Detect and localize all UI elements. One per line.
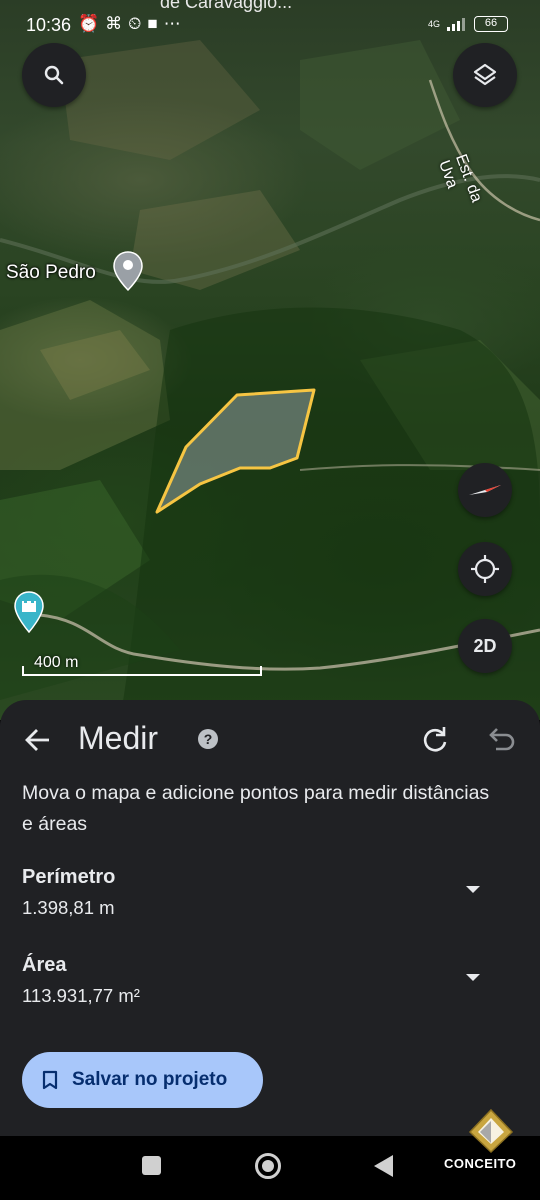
compass-button[interactable]	[458, 463, 512, 517]
battery-icon: 66	[474, 16, 508, 32]
save-button-label: Salvar no projeto	[72, 1069, 228, 1090]
help-icon[interactable]: ?	[198, 729, 218, 749]
instructions-text: Mova o mapa e adicione pontos para medir…	[22, 782, 490, 835]
logo-icon	[468, 1108, 514, 1154]
satellite-terrain	[0, 40, 540, 720]
place-pin-icon[interactable]	[112, 250, 144, 292]
status-time: 10:36	[26, 15, 72, 35]
panel-title: Medir	[78, 720, 159, 756]
map-scale: 400 m	[22, 652, 262, 676]
layers-button[interactable]	[453, 43, 517, 107]
chevron-down-icon[interactable]	[466, 886, 480, 893]
status-bar: de Caravaggio... 10:36 ⏰⌘⏲■⋯ 4G 66	[0, 0, 540, 50]
place-label[interactable]: São Pedro	[6, 262, 96, 284]
2d-label: 2D	[473, 635, 497, 656]
measure-panel: Medir ? Mova o mapa e adicione pontos pa…	[0, 700, 540, 1136]
panel-header: Medir ?	[0, 718, 540, 762]
2d-toggle-button[interactable]: 2D	[458, 619, 512, 673]
perimeter-value: 1.398,81 m	[22, 897, 115, 918]
status-top-text: de Caravaggio...	[160, 0, 293, 12]
my-location-button[interactable]	[458, 542, 512, 596]
back-arrow-icon[interactable]	[22, 724, 54, 756]
compass-icon	[469, 485, 501, 495]
system-back-button[interactable]	[374, 1155, 393, 1177]
chevron-down-icon[interactable]	[466, 974, 480, 981]
search-icon	[44, 65, 64, 85]
perimeter-label: Perímetro	[22, 866, 116, 888]
redo-icon[interactable]	[420, 724, 450, 754]
castle-poi-icon[interactable]	[12, 590, 46, 634]
home-button[interactable]	[255, 1153, 281, 1179]
bookmark-icon	[42, 1070, 58, 1090]
area-row[interactable]: Área 113.931,77 m²	[22, 954, 512, 1014]
layers-icon	[473, 63, 497, 86]
my-location-icon	[471, 555, 499, 583]
area-label: Área	[22, 954, 67, 976]
scale-label: 400 m	[34, 654, 79, 671]
perimeter-row[interactable]: Perímetro 1.398,81 m	[22, 866, 512, 926]
status-notification-icons: ⏰⌘⏲■⋯	[78, 14, 187, 33]
signal-icon	[447, 18, 465, 31]
undo-icon[interactable]	[486, 724, 516, 754]
watermark-text: CONCEITO	[444, 1156, 517, 1171]
network-label: 4G	[427, 18, 440, 29]
recents-button[interactable]	[142, 1156, 161, 1175]
map-view[interactable]: de Caravaggio... 10:36 ⏰⌘⏲■⋯ 4G 66 Est. …	[0, 0, 540, 720]
area-value: 113.931,77 m²	[22, 985, 140, 1006]
watermark-logo: CONCEITO	[444, 1108, 534, 1188]
save-to-project-button[interactable]: Salvar no projeto	[22, 1052, 263, 1108]
search-button[interactable]	[22, 43, 86, 107]
status-right: 4G 66	[428, 16, 508, 32]
